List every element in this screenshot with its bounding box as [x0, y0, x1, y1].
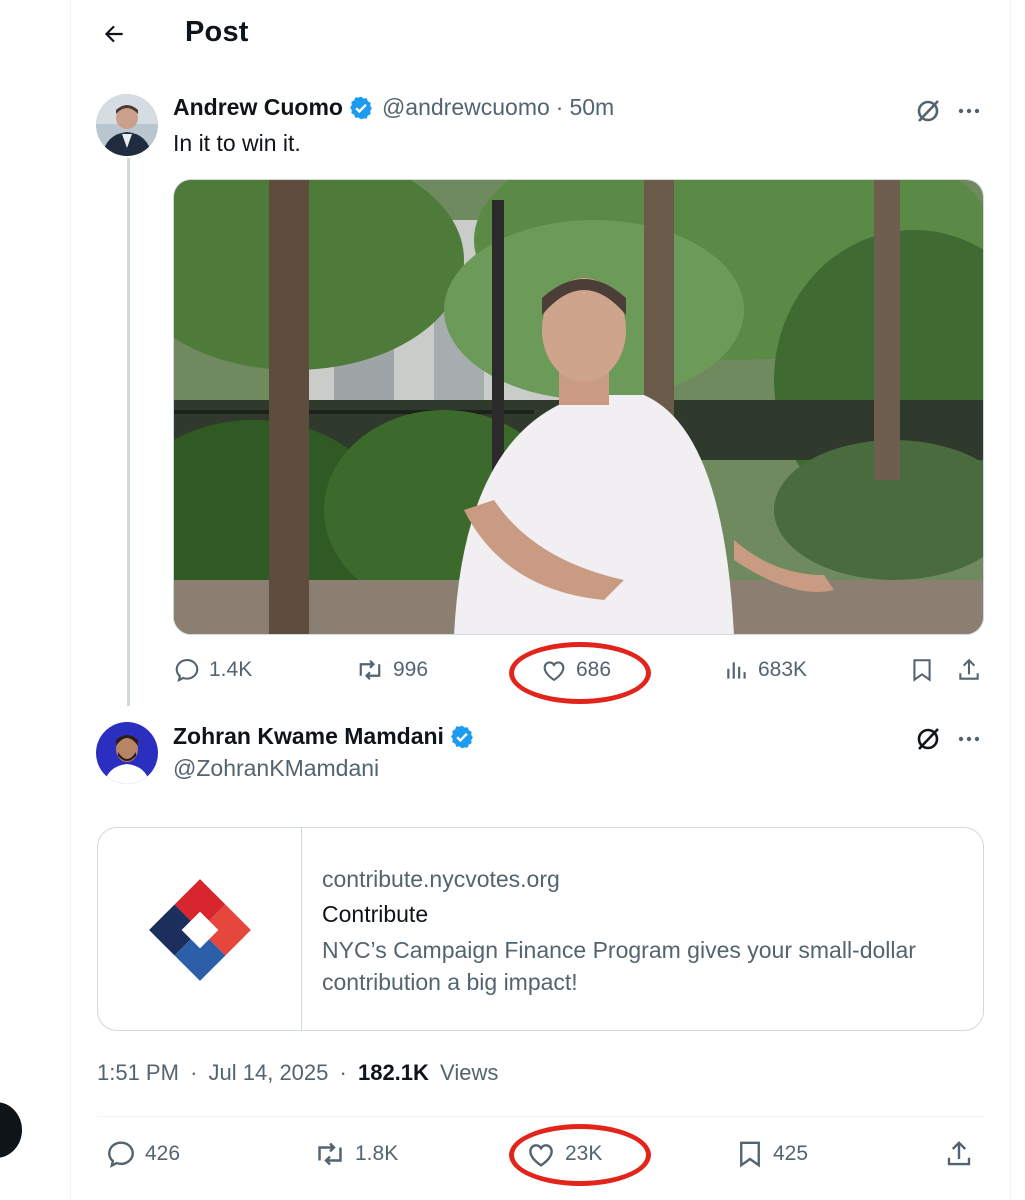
share-button[interactable] [956, 656, 990, 684]
reply-icon [108, 1141, 134, 1168]
more-icon[interactable] [952, 94, 986, 128]
reply-icon [175, 659, 199, 683]
separator-dot: · [555, 94, 564, 120]
share-button[interactable] [944, 1138, 982, 1170]
repost-icon [359, 659, 381, 681]
post-date[interactable]: Jul 14, 2025 [209, 1060, 329, 1085]
red-circle-highlight [509, 1124, 651, 1186]
page-title: Post [185, 16, 249, 48]
repost-count: 1.8K [355, 1142, 399, 1165]
bookmark-icon [740, 1141, 760, 1168]
link-card[interactable]: contribute.nycvotes.org Contribute NYC’s… [97, 827, 984, 1031]
more-icon[interactable] [952, 722, 986, 756]
share-icon [959, 658, 979, 680]
author-handle[interactable]: @ZohranKMamdani [173, 755, 379, 782]
bookmark-button[interactable] [909, 656, 943, 684]
reply-button[interactable]: 426 [105, 1138, 180, 1170]
tweet2-handle-row: @ZohranKMamdani [173, 755, 379, 782]
card-domain: contribute.nycvotes.org [322, 866, 560, 892]
card-title: Contribute [322, 901, 429, 927]
nycvotes-logo-icon [148, 879, 251, 981]
views-count: 683K [758, 658, 808, 681]
views-button[interactable]: 683K [724, 656, 807, 684]
back-button[interactable] [94, 14, 134, 54]
grok-icon[interactable] [911, 94, 945, 128]
repost-count: 996 [393, 658, 429, 681]
page-header: Post [70, 0, 1010, 68]
avatar-zohran-mamdani[interactable] [96, 722, 158, 784]
verified-badge-icon [450, 725, 473, 748]
divider [97, 1116, 984, 1117]
separator-dot: · [339, 1060, 347, 1085]
tweet2-author-row: Zohran Kwame Mamdani [173, 723, 483, 750]
column-border-right [1010, 0, 1011, 1200]
verified-badge-icon [350, 96, 372, 119]
post-time[interactable]: 50m [569, 94, 614, 121]
card-description: NYC’s Campaign Finance Program gives you… [322, 937, 916, 995]
avatar-andrew-cuomo[interactable] [96, 94, 158, 156]
repost-button[interactable]: 996 [355, 656, 428, 684]
author-handle[interactable]: @andrewcuomo [382, 94, 550, 121]
thread-connector-line [127, 158, 130, 706]
bookmark-button[interactable]: 425 [735, 1138, 808, 1170]
red-circle-highlight [509, 642, 651, 704]
reply-count: 1.4K [209, 658, 253, 681]
views-count: 182.1K [357, 1060, 429, 1085]
separator-dot: · [190, 1060, 198, 1085]
bookmark-icon [913, 659, 931, 682]
repost-icon [318, 1142, 342, 1166]
author-name[interactable]: Zohran Kwame Mamdani [173, 723, 444, 750]
post-time[interactable]: 1:51 PM [97, 1060, 179, 1085]
video-media[interactable] [173, 179, 984, 635]
card-thumbnail [98, 828, 302, 1030]
reply-button[interactable]: 1.4K [173, 656, 252, 684]
author-name[interactable]: Andrew Cuomo [173, 94, 343, 121]
share-icon [947, 1141, 971, 1166]
floating-action-button[interactable] [0, 1102, 22, 1158]
column-border-left [70, 0, 71, 1200]
post-meta: 1:51 PM · Jul 14, 2025 · 182.1K Views [97, 1060, 503, 1086]
tweet1-author-row: Andrew Cuomo @andrewcuomo · 50m [173, 94, 614, 121]
reply-count: 426 [145, 1142, 181, 1165]
bookmark-count: 425 [773, 1142, 809, 1165]
views-label: Views [440, 1060, 499, 1085]
repost-button[interactable]: 1.8K [313, 1138, 398, 1170]
back-arrow-icon [104, 25, 123, 43]
tweet-text: In it to win it. [173, 130, 301, 156]
views-icon [727, 662, 746, 679]
grok-icon[interactable] [911, 722, 945, 756]
